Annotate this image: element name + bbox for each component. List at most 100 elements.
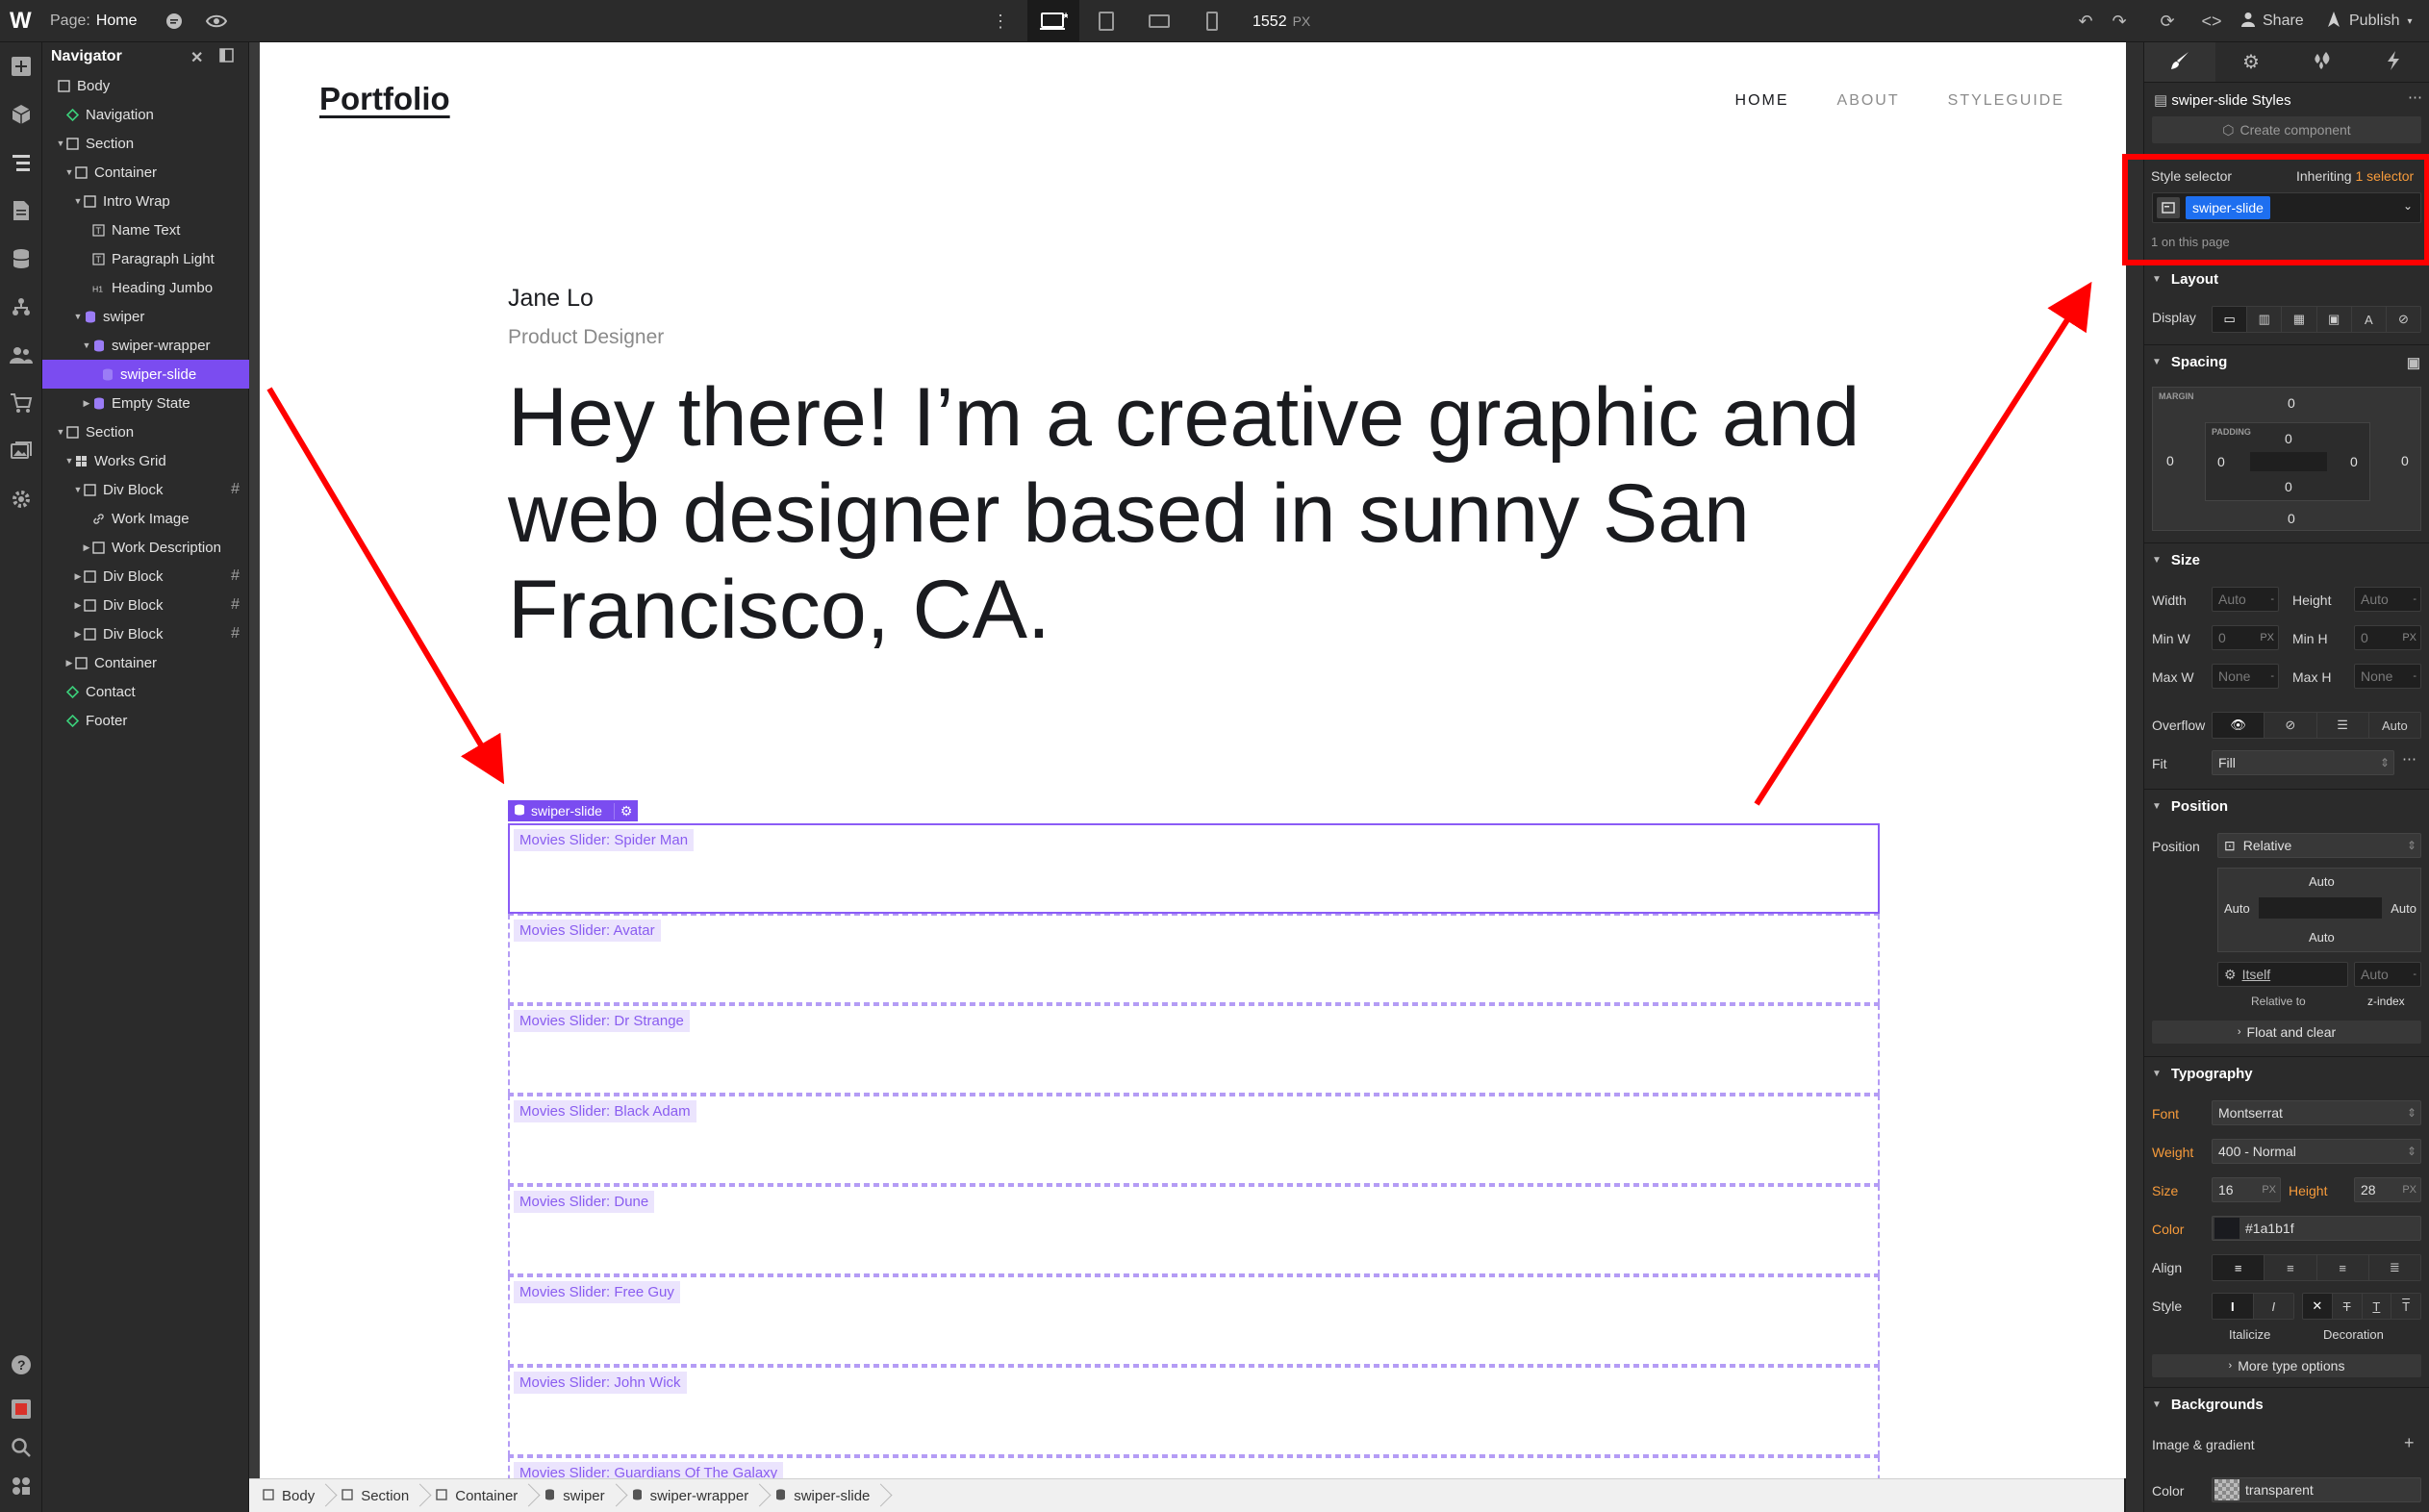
selected-element-badge[interactable]: swiper-slide ⚙	[508, 800, 639, 821]
breadcrumb-item-section[interactable]: Section	[328, 1479, 422, 1512]
align-right-icon[interactable]: ≡	[2316, 1255, 2369, 1280]
offset-top[interactable]: Auto	[2309, 874, 2335, 889]
overflow-visible-icon[interactable]: 👁	[2213, 713, 2265, 738]
nav-link-home[interactable]: HOME	[1735, 92, 1789, 110]
weight-select[interactable]: 400 - Normal ⇕	[2212, 1139, 2421, 1164]
position-section-header[interactable]: ▼ Position	[2144, 789, 2429, 823]
mobile-portrait-breakpoint-button[interactable]	[1186, 0, 1238, 42]
design-canvas[interactable]: Portfolio HOME ABOUT STYLEGUIDE Jane Lo …	[260, 42, 2126, 1478]
navigator-item-contact[interactable]: Contact	[42, 677, 249, 706]
offset-bottom[interactable]: Auto	[2309, 930, 2335, 945]
layout-section-header[interactable]: ▼ Layout	[2144, 262, 2429, 296]
swiper-slide[interactable]: Movies Slider: Dr Strange	[508, 1004, 1880, 1095]
caret-right-icon[interactable]: ▶	[72, 600, 84, 611]
spacing-selector-icon[interactable]: ▣	[2407, 354, 2420, 371]
swiper-slide[interactable]: Movies Slider: Black Adam	[508, 1095, 1880, 1185]
min-height-input[interactable]: 0 PX	[2354, 625, 2421, 650]
heading-jumbo[interactable]: Hey there! I’m a creative graphic and we…	[508, 369, 1903, 658]
caret-down-icon[interactable]: ▼	[72, 312, 84, 321]
offset-left[interactable]: Auto	[2224, 901, 2250, 916]
name-text[interactable]: Jane Lo	[508, 285, 594, 313]
display-inline-block-icon[interactable]: ▣	[2316, 307, 2352, 332]
navigator-item-div-block[interactable]: ▶ Div Block #	[42, 591, 249, 619]
assets-images-icon[interactable]	[9, 439, 34, 464]
redo-icon[interactable]: ↷	[2107, 9, 2132, 34]
swiper-slide[interactable]: Movies Slider: Avatar	[508, 914, 1880, 1004]
help-icon[interactable]: ?	[9, 1352, 34, 1377]
backgrounds-section-header[interactable]: ▼ Backgrounds	[2144, 1387, 2429, 1422]
breadcrumb-item-swiper-slide[interactable]: swiper-slide	[762, 1479, 883, 1512]
strikethrough-icon[interactable]: T	[2332, 1294, 2363, 1319]
width-input[interactable]: Auto -	[2212, 587, 2279, 612]
overline-icon[interactable]: T	[2391, 1294, 2420, 1319]
navigator-item-works-grid[interactable]: ▼ Works Grid	[42, 446, 249, 475]
padding-bottom[interactable]: 0	[2285, 479, 2292, 494]
position-select[interactable]: ⊡ Relative ⇕	[2217, 833, 2421, 858]
max-height-input[interactable]: None -	[2354, 664, 2421, 689]
more-vertical-icon[interactable]: ⋮	[988, 9, 1013, 34]
canvas-scrollbar[interactable]	[2126, 42, 2143, 1512]
components-cube-icon[interactable]	[9, 102, 34, 127]
padding-left[interactable]: 0	[2217, 454, 2225, 469]
publish-button[interactable]: Publish ▾	[2326, 0, 2413, 42]
selector-chip[interactable]: swiper-slide	[2186, 196, 2270, 219]
overflow-hidden-icon[interactable]: ⊘	[2265, 713, 2317, 738]
margin-right[interactable]: 0	[2401, 453, 2409, 468]
overflow-auto-button[interactable]: Auto	[2368, 713, 2420, 738]
caret-down-icon[interactable]: ▼	[72, 485, 84, 494]
navigator-item-work-image[interactable]: Work Image	[42, 504, 249, 533]
line-height-input[interactable]: 28 PX	[2354, 1177, 2421, 1202]
relative-to-select[interactable]: ⚙ Itself	[2217, 962, 2348, 987]
max-width-input[interactable]: None -	[2212, 664, 2279, 689]
navigator-item-intro-wrap[interactable]: ▼ Intro Wrap	[42, 187, 249, 215]
float-and-clear-button[interactable]: › Float and clear	[2152, 1021, 2421, 1044]
navigator-icon[interactable]	[9, 150, 34, 175]
display-grid-icon[interactable]: ▦	[2282, 307, 2317, 332]
undo-icon[interactable]: ↶	[2073, 9, 2098, 34]
navigator-item-swiper-slide[interactable]: swiper-slide	[42, 360, 249, 389]
navigator-item-container[interactable]: ▼ Container	[42, 158, 249, 187]
navigator-item-div-block[interactable]: ▼ Div Block #	[42, 475, 249, 504]
inheriting-selector-link[interactable]: 1 selector	[2355, 168, 2414, 184]
caret-down-icon[interactable]: ▼	[72, 196, 84, 206]
navigator-item-heading-jumbo[interactable]: H1 Heading Jumbo	[42, 273, 249, 302]
caret-down-icon[interactable]: ▼	[55, 139, 66, 148]
navigator-item-empty-state[interactable]: ▶ Empty State	[42, 389, 249, 417]
users-icon[interactable]	[9, 342, 34, 367]
margin-bottom[interactable]: 0	[2288, 511, 2295, 526]
text-color-input[interactable]: #1a1b1f	[2212, 1216, 2421, 1241]
style-selector-field[interactable]: swiper-slide ⌄	[2152, 192, 2421, 223]
code-icon[interactable]: <>	[2199, 9, 2224, 34]
webflow-logo-icon[interactable]: W	[10, 8, 35, 34]
chevron-down-icon[interactable]: ⌄	[2403, 199, 2413, 213]
breadcrumb-item-swiper-wrapper[interactable]: swiper-wrapper	[619, 1479, 763, 1512]
font-select[interactable]: Montserrat ⇕	[2212, 1100, 2421, 1125]
navigator-item-work-description[interactable]: ▶ Work Description	[42, 533, 249, 562]
italic-off-icon[interactable]: I	[2213, 1294, 2254, 1319]
comments-icon[interactable]	[162, 9, 187, 34]
spacing-section-header[interactable]: ▼ Spacing ▣	[2144, 344, 2429, 379]
more-horizontal-icon[interactable]: ⋯	[2402, 750, 2416, 768]
apps-icon[interactable]	[9, 1474, 34, 1499]
italic-on-icon[interactable]: I	[2253, 1294, 2293, 1319]
padding-top[interactable]: 0	[2285, 431, 2292, 446]
caret-down-icon[interactable]: ▼	[63, 167, 75, 177]
navigator-item-section[interactable]: ▼ Section	[42, 129, 249, 158]
swiper-slide[interactable]: Movies Slider: Dune	[508, 1185, 1880, 1275]
breadcrumb-item-body[interactable]: Body	[249, 1479, 328, 1512]
search-icon[interactable]	[9, 1435, 34, 1460]
create-component-button[interactable]: ⬡ Create component	[2152, 116, 2421, 143]
z-index-input[interactable]: Auto -	[2354, 962, 2421, 987]
paragraph-light[interactable]: Product Designer	[508, 326, 664, 349]
tablet-breakpoint-button[interactable]	[1080, 0, 1132, 42]
navigator-item-paragraph-light[interactable]: T Paragraph Light	[42, 244, 249, 273]
margin-left[interactable]: 0	[2166, 453, 2174, 468]
navigator-item-div-block[interactable]: ▶ Div Block #	[42, 619, 249, 648]
caret-right-icon[interactable]: ▶	[72, 571, 84, 582]
background-color-input[interactable]: transparent	[2212, 1477, 2421, 1502]
add-elements-icon[interactable]	[9, 54, 34, 79]
selector-type-icon[interactable]	[2157, 197, 2180, 218]
nav-link-about[interactable]: ABOUT	[1837, 92, 1900, 110]
tab-interactions[interactable]	[2358, 42, 2429, 82]
share-button[interactable]: Share	[2241, 0, 2304, 42]
